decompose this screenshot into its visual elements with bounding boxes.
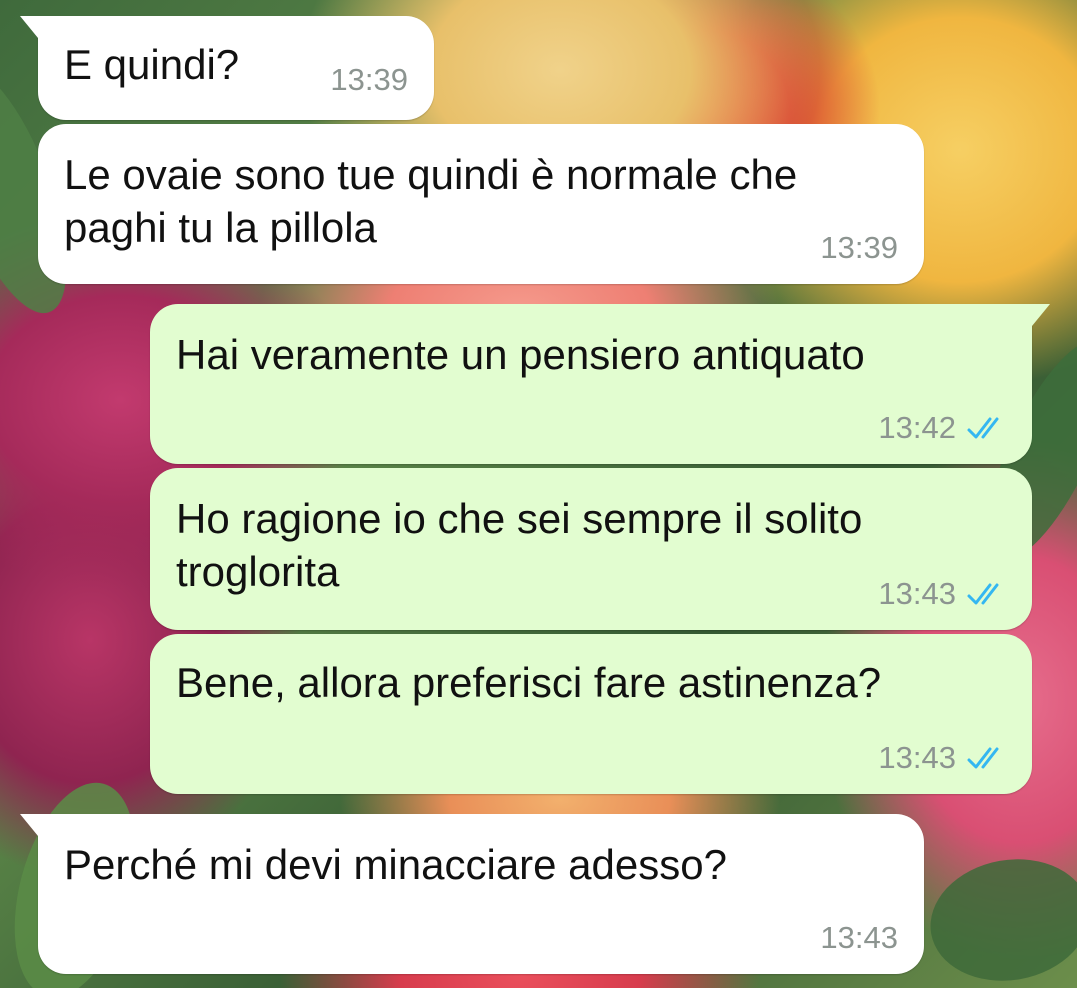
message-meta: 13:39 [820, 230, 898, 266]
message-time: 13:43 [878, 740, 956, 775]
message-meta: 13:39 [330, 62, 408, 98]
message-text: Le ovaie sono tue quindi è normale che p… [64, 151, 809, 251]
message-bubble-outgoing[interactable]: Ho ragione io che sei sempre il solito t… [150, 468, 1032, 630]
message-bubble-outgoing[interactable]: Bene, allora preferisci fare astinenza? … [150, 634, 1032, 794]
message-meta: 13:43 [878, 740, 1006, 776]
double-check-read-icon [967, 417, 999, 439]
message-text: Ho ragione io che sei sempre il solito t… [176, 495, 875, 595]
message-time: 13:39 [820, 230, 898, 265]
message-meta: 13:43 [820, 920, 898, 956]
message-time: 13:39 [330, 62, 408, 97]
message-meta: 13:43 [878, 576, 1006, 612]
message-time: 13:43 [878, 576, 956, 611]
message-bubble-incoming[interactable]: Perché mi devi minacciare adesso? 13:43 [20, 814, 924, 974]
message-time: 13:42 [878, 410, 956, 445]
message-text: Perché mi devi minacciare adesso? [64, 841, 727, 888]
message-text: Hai veramente un pensiero antiquato [176, 331, 865, 378]
message-text: E quindi? [64, 41, 240, 88]
double-check-read-icon [967, 583, 999, 605]
message-bubble-incoming[interactable]: Le ovaie sono tue quindi è normale che p… [38, 124, 924, 284]
message-meta: 13:42 [878, 410, 1006, 446]
message-bubble-outgoing[interactable]: Hai veramente un pensiero antiquato 13:4… [150, 304, 1050, 464]
double-check-read-icon [967, 747, 999, 769]
message-bubble-incoming[interactable]: E quindi? 13:39 [20, 16, 434, 120]
message-text: Bene, allora preferisci fare astinenza? [176, 659, 882, 706]
message-time: 13:43 [820, 920, 898, 955]
